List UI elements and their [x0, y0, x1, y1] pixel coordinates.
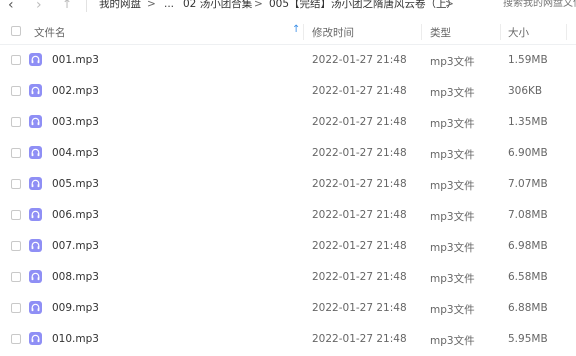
file-size: 6.58MB [508, 271, 548, 283]
table-row[interactable]: 004.mp3 2022-01-27 21:48 mp3文件 6.90MB [0, 137, 576, 168]
file-name[interactable]: 010.mp3 [52, 333, 99, 345]
file-size: 6.98MB [508, 240, 548, 252]
table-row[interactable]: 006.mp3 2022-01-27 21:48 mp3文件 7.08MB [0, 199, 576, 230]
file-name[interactable]: 007.mp3 [52, 240, 99, 252]
select-all-checkbox[interactable] [11, 26, 21, 36]
file-type: mp3文件 [430, 335, 475, 347]
file-name[interactable]: 009.mp3 [52, 302, 99, 314]
column-header-type[interactable]: 类型 [430, 25, 451, 40]
file-type: mp3文件 [430, 273, 475, 285]
column-divider[interactable] [500, 24, 501, 40]
file-type: mp3文件 [430, 118, 475, 130]
file-modified: 2022-01-27 21:48 [312, 116, 407, 128]
audio-file-icon [29, 208, 42, 221]
audio-file-icon [29, 177, 42, 190]
breadcrumb-folder-collection[interactable]: 02 汤小团合集 [183, 0, 252, 11]
column-divider[interactable] [566, 24, 567, 40]
audio-file-icon [29, 84, 42, 97]
row-checkbox[interactable] [11, 303, 21, 313]
audio-file-icon [29, 270, 42, 283]
file-name[interactable]: 008.mp3 [52, 271, 99, 283]
audio-file-icon [29, 239, 42, 252]
audio-file-icon [29, 332, 42, 345]
file-type: mp3文件 [430, 56, 475, 68]
row-checkbox[interactable] [11, 241, 21, 251]
audio-file-icon [29, 115, 42, 128]
breadcrumb-separator: > [445, 0, 454, 10]
file-size: 7.07MB [508, 178, 548, 190]
column-header-modified[interactable]: 修改时间 [312, 25, 354, 40]
row-checkbox[interactable] [11, 179, 21, 189]
column-divider[interactable] [421, 24, 422, 40]
table-row[interactable]: 009.mp3 2022-01-27 21:48 mp3文件 6.88MB [0, 292, 576, 323]
row-checkbox[interactable] [11, 86, 21, 96]
file-name[interactable]: 004.mp3 [52, 147, 99, 159]
row-checkbox[interactable] [11, 117, 21, 127]
breadcrumb-separator: > [254, 0, 263, 10]
file-name[interactable]: 002.mp3 [52, 85, 99, 97]
audio-file-icon [29, 146, 42, 159]
file-type: mp3文件 [430, 304, 475, 316]
file-modified: 2022-01-27 21:48 [312, 333, 407, 345]
file-type: mp3文件 [430, 211, 475, 223]
file-modified: 2022-01-27 21:48 [312, 54, 407, 66]
row-checkbox[interactable] [11, 148, 21, 158]
file-type: mp3文件 [430, 149, 475, 161]
toolbar-divider [86, 0, 87, 12]
table-row[interactable]: 005.mp3 2022-01-27 21:48 mp3文件 7.07MB [0, 168, 576, 199]
row-checkbox[interactable] [11, 334, 21, 344]
file-modified: 2022-01-27 21:48 [312, 209, 407, 221]
up-arrow-icon[interactable]: ↑ [62, 0, 76, 13]
file-modified: 2022-01-27 21:48 [312, 271, 407, 283]
table-row[interactable]: 002.mp3 2022-01-27 21:48 mp3文件 306KB [0, 75, 576, 106]
table-row[interactable]: 003.mp3 2022-01-27 21:48 mp3文件 1.35MB [0, 106, 576, 137]
file-type: mp3文件 [430, 242, 475, 254]
search-input[interactable] [503, 0, 576, 10]
column-header-name[interactable]: 文件名 [34, 25, 66, 40]
breadcrumb-root[interactable]: 我的网盘 [99, 0, 141, 11]
file-size: 6.90MB [508, 147, 548, 159]
table-header: 文件名 ↑ 修改时间 类型 大小 [0, 19, 576, 45]
column-header-size[interactable]: 大小 [508, 25, 529, 40]
file-name[interactable]: 003.mp3 [52, 116, 99, 128]
breadcrumb-ellipsis[interactable]: ... [164, 0, 174, 11]
file-type: mp3文件 [430, 180, 475, 192]
file-modified: 2022-01-27 21:48 [312, 302, 407, 314]
file-size: 306KB [508, 85, 543, 97]
file-size: 7.08MB [508, 209, 548, 221]
file-name[interactable]: 005.mp3 [52, 178, 99, 190]
file-modified: 2022-01-27 21:48 [312, 240, 407, 252]
row-checkbox[interactable] [11, 210, 21, 220]
file-modified: 2022-01-27 21:48 [312, 178, 407, 190]
audio-file-icon [29, 53, 42, 66]
file-modified: 2022-01-27 21:48 [312, 85, 407, 97]
breadcrumb-separator: > [147, 0, 156, 10]
chevron-right-icon[interactable]: › [36, 0, 50, 14]
table-row[interactable]: 010.mp3 2022-01-27 21:48 mp3文件 5.95MB [0, 323, 576, 354]
table-row[interactable]: 008.mp3 2022-01-27 21:48 mp3文件 6.58MB [0, 261, 576, 292]
toolbar: ‹ › ↑ 我的网盘 > ... 02 汤小团合集 > 005【完结】汤小团之隋… [0, 0, 576, 16]
file-size: 1.35MB [508, 116, 548, 128]
breadcrumb-folder-current[interactable]: 005【完结】汤小团之隋唐风云卷（上） [269, 0, 457, 11]
row-checkbox[interactable] [11, 55, 21, 65]
column-divider[interactable] [303, 24, 304, 40]
file-size: 1.59MB [508, 54, 548, 66]
chevron-left-icon[interactable]: ‹ [8, 0, 22, 14]
table-row[interactable]: 007.mp3 2022-01-27 21:48 mp3文件 6.98MB [0, 230, 576, 261]
file-name[interactable]: 006.mp3 [52, 209, 99, 221]
audio-file-icon [29, 301, 42, 314]
arrow-up-icon[interactable]: ↑ [292, 24, 300, 35]
file-size: 5.95MB [508, 333, 548, 345]
table-row[interactable]: 001.mp3 2022-01-27 21:48 mp3文件 1.59MB [0, 44, 576, 75]
file-modified: 2022-01-27 21:48 [312, 147, 407, 159]
file-size: 6.88MB [508, 302, 548, 314]
file-type: mp3文件 [430, 87, 475, 99]
row-checkbox[interactable] [11, 272, 21, 282]
file-name[interactable]: 001.mp3 [52, 54, 99, 66]
